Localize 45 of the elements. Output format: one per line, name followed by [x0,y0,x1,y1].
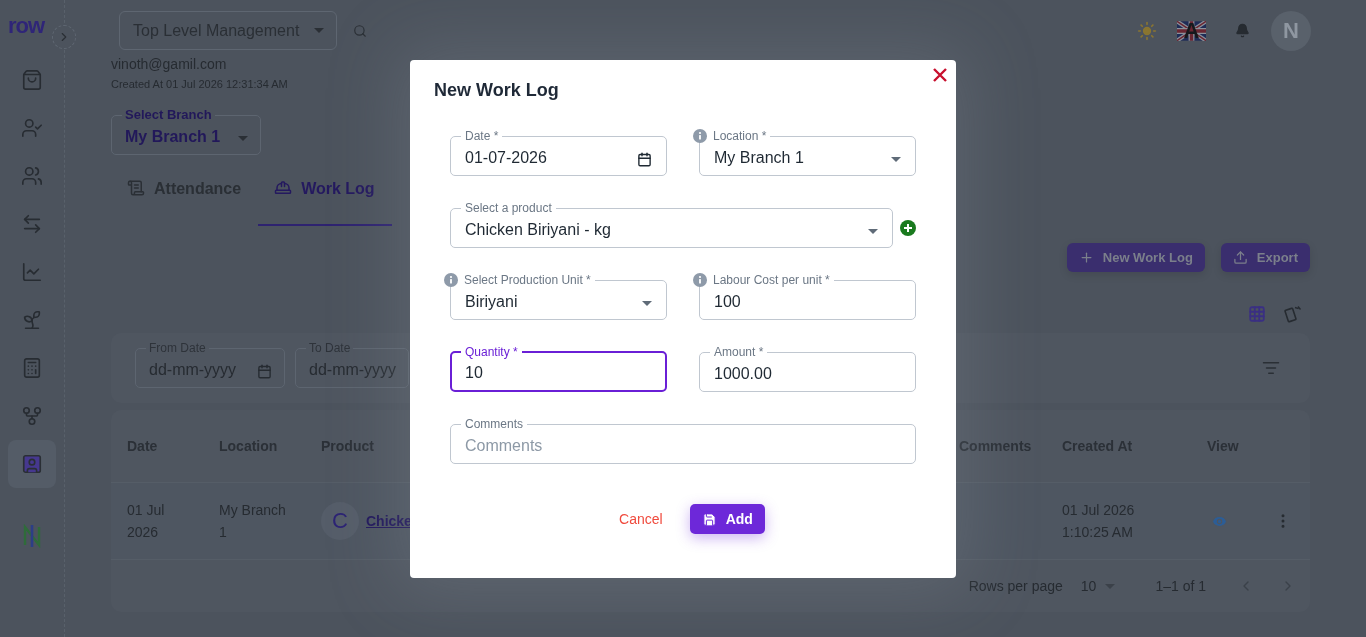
user-check-icon [21,117,43,139]
caret-icon [868,228,878,234]
dialog-title: New Work Log [434,79,559,102]
caret-icon [891,156,901,162]
calendar-icon[interactable] [637,151,652,167]
plus-icon [1078,250,1094,265]
cancel-button[interactable]: Cancel [611,504,671,534]
hard-hat-icon [274,179,293,197]
filter-icon[interactable] [1262,359,1280,377]
close-icon[interactable] [933,68,947,82]
sidebar-nav-button[interactable] [8,440,56,488]
add-icon[interactable] [900,220,916,236]
scroll-icon [127,179,145,197]
branch-dropdown[interactable]: Select Branch My Branch 1 [111,108,261,155]
bell-icon[interactable] [1235,23,1250,38]
product-avatar: C [321,502,359,540]
brand-mark-icon[interactable] [22,524,42,548]
calculator-icon [21,357,43,379]
export-button[interactable]: Export [1220,243,1310,272]
caret-icon [238,135,248,141]
cards-icon[interactable] [1284,305,1302,323]
sun-icon[interactable] [1137,20,1157,41]
plant-icon [21,309,43,331]
user-badge-icon [21,453,43,475]
caret-icon [642,300,652,306]
upload-icon [1232,250,1248,265]
branch-icon [21,405,43,427]
search-icon[interactable] [353,23,367,38]
text-field[interactable]: Amount * 1000.00 [699,345,916,392]
people-icon [21,165,43,187]
swap-arrows-icon [21,213,43,235]
add-button[interactable]: New Work Log [1066,243,1205,272]
tab[interactable]: Work Log [258,168,392,226]
product-link[interactable]: Chicke [366,513,412,529]
text-field[interactable]: Quantity * 10 [450,345,667,392]
date-field[interactable]: Date * 01-07-2026 [450,129,667,176]
text-field[interactable]: Comments Comments [450,417,916,464]
grid-icon[interactable] [1248,305,1266,323]
chart-icon [21,261,43,283]
caret-icon [314,28,324,33]
bag-icon [21,69,43,91]
dropdown-field[interactable]: Select a product Chicken Biriyani - kg [450,201,893,248]
save-icon [701,511,717,527]
add-button[interactable]: Add [689,504,765,534]
expand-button[interactable] [52,25,76,49]
